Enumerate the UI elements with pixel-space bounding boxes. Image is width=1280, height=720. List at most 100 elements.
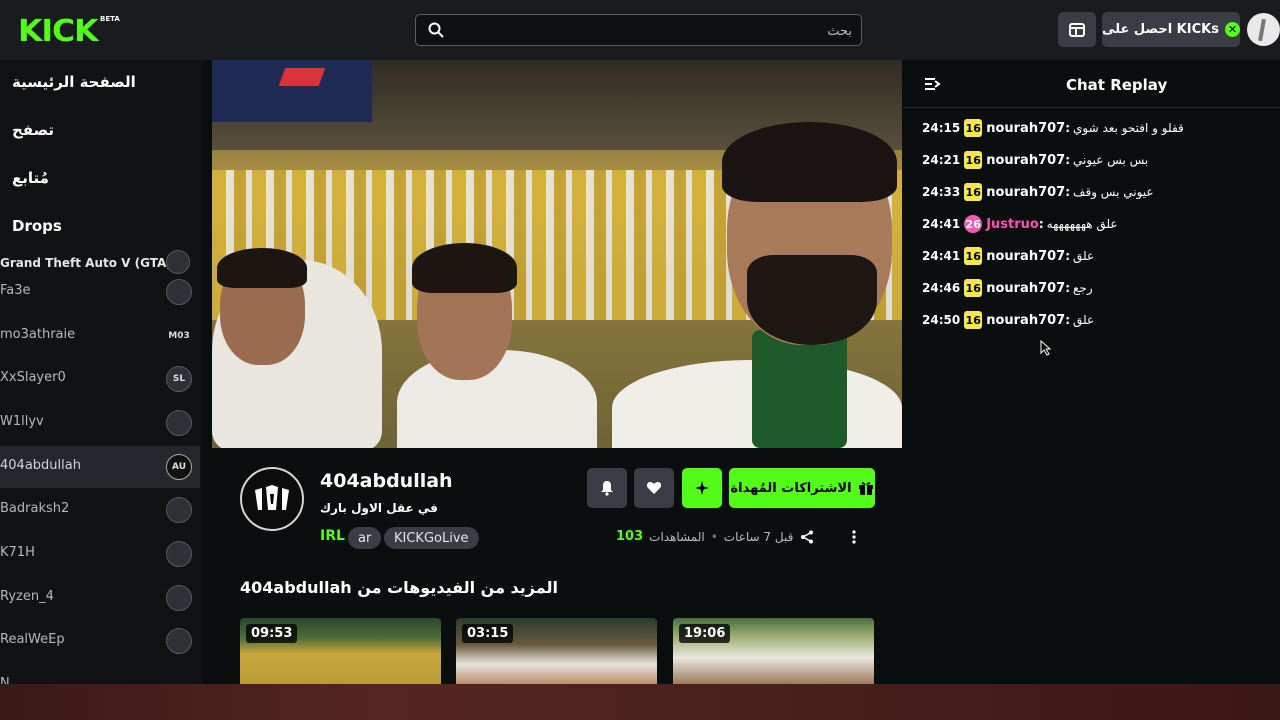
video-player[interactable] bbox=[212, 60, 902, 448]
collapse-chat-icon[interactable] bbox=[923, 75, 941, 93]
mouse-cursor-icon bbox=[1040, 340, 1052, 356]
video-duration: 03:15 bbox=[462, 624, 514, 643]
layout-button[interactable] bbox=[1058, 12, 1096, 47]
message-time: 24:46 bbox=[922, 281, 961, 295]
message-time: 24:41 bbox=[922, 249, 961, 263]
sidebar-channel[interactable]: RealWeEp bbox=[0, 620, 200, 662]
share-icon[interactable] bbox=[800, 530, 814, 544]
channel-label: N bbox=[0, 676, 10, 684]
channel-avatar bbox=[166, 497, 192, 523]
desktop-background bbox=[0, 684, 1280, 720]
sidebar-channel-active[interactable]: 404abdullah AU bbox=[0, 446, 200, 488]
more-videos-title: المزيد من الفيديوهات من 404abdullah bbox=[240, 578, 558, 597]
video-thumbnail[interactable]: 19:06 bbox=[673, 618, 874, 684]
message-text: علق bbox=[1073, 313, 1095, 327]
sub-badge: 16 bbox=[964, 247, 983, 265]
message-user[interactable]: nourah707 bbox=[986, 153, 1065, 168]
channel-label: Fa3e bbox=[0, 283, 31, 298]
message-text: علق هههههههه bbox=[1046, 217, 1118, 231]
message-text: عيوني بس وقف bbox=[1073, 185, 1154, 199]
channel-avatar bbox=[166, 585, 192, 611]
message-user[interactable]: nourah707 bbox=[986, 281, 1065, 296]
video-duration: 19:06 bbox=[679, 624, 731, 643]
chat-panel: Chat Replay 24:15 16 nourah707: قفلو و ا… bbox=[903, 60, 1280, 684]
person-right-beard bbox=[747, 255, 877, 345]
kick-boost-button[interactable] bbox=[682, 468, 722, 508]
sub-badge: 16 bbox=[964, 311, 983, 329]
message-user[interactable]: nourah707 bbox=[986, 185, 1065, 200]
channel-label: Grand Theft Auto V (GTA) bbox=[0, 256, 172, 270]
sidebar-channel[interactable]: K71H bbox=[0, 533, 200, 575]
message-time: 24:41 bbox=[922, 217, 961, 231]
channel-label: mo3athraie bbox=[0, 327, 76, 342]
channel-name[interactable]: 404abdullah bbox=[320, 470, 453, 492]
chat-message: 24:33 16 nourah707: عيوني بس وقف bbox=[922, 183, 1154, 201]
sidebar-channel[interactable]: XxSlayer0 SL bbox=[0, 358, 200, 400]
sidebar-channel[interactable]: mo3athraie M03 bbox=[0, 315, 200, 357]
chat-message: 24:41 26 Justruo: علق هههههههه bbox=[922, 215, 1118, 233]
kick-logo[interactable]: KICK bbox=[18, 14, 99, 49]
channel-label: K71H bbox=[0, 545, 35, 560]
kicks-label: احصل على KICKs bbox=[1102, 22, 1219, 37]
nav-following[interactable]: مُتابع bbox=[12, 169, 49, 187]
message-user[interactable]: nourah707 bbox=[986, 313, 1065, 328]
channel-label: Ryzen_4 bbox=[0, 589, 54, 604]
tag-kickgolive[interactable]: KICKGoLive bbox=[384, 527, 479, 549]
message-user[interactable]: Justruo bbox=[986, 217, 1039, 232]
get-kicks-button[interactable]: احصل على KICKs ✕ bbox=[1102, 12, 1240, 47]
message-time: 24:15 bbox=[922, 121, 961, 135]
message-user[interactable]: nourah707 bbox=[986, 249, 1065, 264]
kicks-coin-icon: ✕ bbox=[1224, 22, 1240, 37]
search-input[interactable] bbox=[452, 21, 852, 41]
sidebar-channel[interactable]: Badraksh2 bbox=[0, 489, 200, 531]
channel-avatar: M03 bbox=[168, 331, 190, 341]
chat-message: 24:21 16 nourah707: بس بس عيوني bbox=[922, 151, 1149, 169]
user-avatar[interactable] bbox=[1247, 13, 1280, 46]
sidebar-channel[interactable]: N bbox=[0, 664, 200, 684]
gift-icon bbox=[858, 482, 873, 495]
message-text: بس بس عيوني bbox=[1073, 153, 1149, 167]
nav-browse[interactable]: تصفح bbox=[12, 121, 54, 139]
view-count: 103 bbox=[616, 529, 644, 544]
message-text: علق bbox=[1073, 249, 1095, 263]
video-thumbnail[interactable]: 09:53 bbox=[240, 618, 441, 684]
chat-header: Chat Replay bbox=[903, 60, 1280, 108]
sidebar-channel[interactable]: Ryzen_4 bbox=[0, 577, 200, 619]
stadium-banner bbox=[212, 60, 372, 122]
gift-subs-label: الاشتراكات المُهداة bbox=[730, 480, 852, 496]
person-right-hair bbox=[722, 122, 897, 202]
sub-badge: 16 bbox=[964, 119, 983, 137]
chat-message: 24:41 16 nourah707: علق bbox=[922, 247, 1095, 265]
sidebar-channel[interactable]: Fa3e bbox=[0, 271, 200, 313]
nav-drops[interactable]: Drops bbox=[12, 217, 62, 235]
bell-icon bbox=[601, 481, 613, 496]
stream-title: في عقل الاول بارك bbox=[320, 501, 438, 515]
heart-icon bbox=[646, 482, 662, 494]
message-text: رجع bbox=[1073, 281, 1093, 295]
follow-button[interactable] bbox=[634, 468, 674, 508]
meta-dot: • bbox=[710, 529, 718, 544]
sub-badge: 26 bbox=[964, 215, 983, 233]
gift-subs-button[interactable]: الاشتراكات المُهداة bbox=[729, 468, 875, 508]
notify-button[interactable] bbox=[587, 468, 627, 508]
message-user[interactable]: nourah707 bbox=[986, 121, 1065, 136]
tag-language[interactable]: ar bbox=[348, 527, 382, 549]
category-link[interactable]: IRL bbox=[320, 528, 345, 544]
more-options-icon[interactable] bbox=[851, 530, 857, 544]
sidebar-channel[interactable]: W1llyv bbox=[0, 402, 200, 444]
channel-avatar-large[interactable] bbox=[240, 467, 304, 531]
time-ago: قبل 7 ساعات bbox=[723, 529, 794, 544]
video-thumbnail[interactable]: 03:15 bbox=[456, 618, 657, 684]
views-label: المشاهدات bbox=[649, 529, 705, 544]
nav-home[interactable]: الصفحة الرئيسية bbox=[12, 73, 136, 91]
video-duration: 09:53 bbox=[246, 624, 298, 643]
top-bar: KICK BETA احصل على KICKs ✕ bbox=[0, 0, 1280, 60]
sparkle-icon bbox=[695, 481, 709, 495]
search-bar[interactable] bbox=[415, 14, 862, 46]
chat-message: 24:46 16 nourah707: رجع bbox=[922, 279, 1093, 297]
sub-badge: 16 bbox=[964, 183, 983, 201]
chat-message: 24:15 16 nourah707: قفلو و افتحو بعد شوي bbox=[922, 119, 1184, 137]
search-icon bbox=[428, 22, 444, 38]
channel-avatar bbox=[166, 541, 192, 567]
message-text: قفلو و افتحو بعد شوي bbox=[1073, 121, 1184, 135]
